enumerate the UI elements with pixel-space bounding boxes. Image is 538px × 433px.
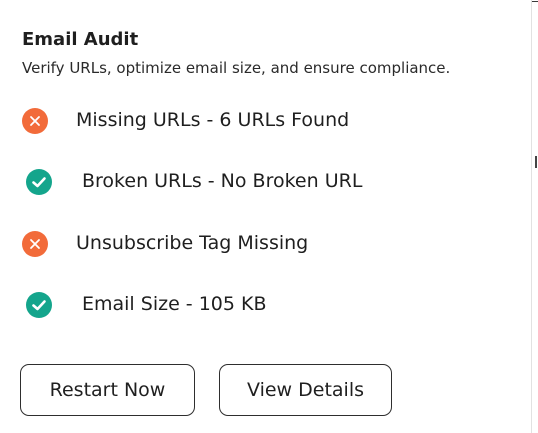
panel-subtitle: Verify URLs, optimize email size, and en… [22, 59, 451, 77]
view-details-button[interactable]: View Details [219, 364, 392, 416]
audit-check-unsubscribe-tag: Unsubscribe Tag Missing [0, 229, 530, 259]
x-circle-icon [22, 108, 48, 134]
audit-check-broken-urls: Broken URLs - No Broken URL [0, 167, 530, 197]
check-circle-icon [26, 292, 52, 318]
check-circle-icon [26, 169, 52, 195]
email-audit-panel: Email Audit Verify URLs, optimize email … [0, 0, 532, 433]
x-circle-icon [22, 231, 48, 257]
page: Email Audit Verify URLs, optimize email … [0, 0, 538, 433]
check-label: Unsubscribe Tag Missing [76, 232, 309, 254]
check-label: Broken URLs - No Broken URL [82, 170, 363, 192]
audit-check-email-size: Email Size - 105 KB [0, 290, 530, 320]
check-label: Missing URLs - 6 URLs Found [76, 109, 350, 131]
panel-title: Email Audit [22, 29, 139, 50]
restart-now-button[interactable]: Restart Now [20, 364, 195, 416]
background-divider [535, 156, 537, 168]
check-label: Email Size - 105 KB [82, 293, 267, 315]
audit-check-missing-urls: Missing URLs - 6 URLs Found [0, 106, 530, 136]
